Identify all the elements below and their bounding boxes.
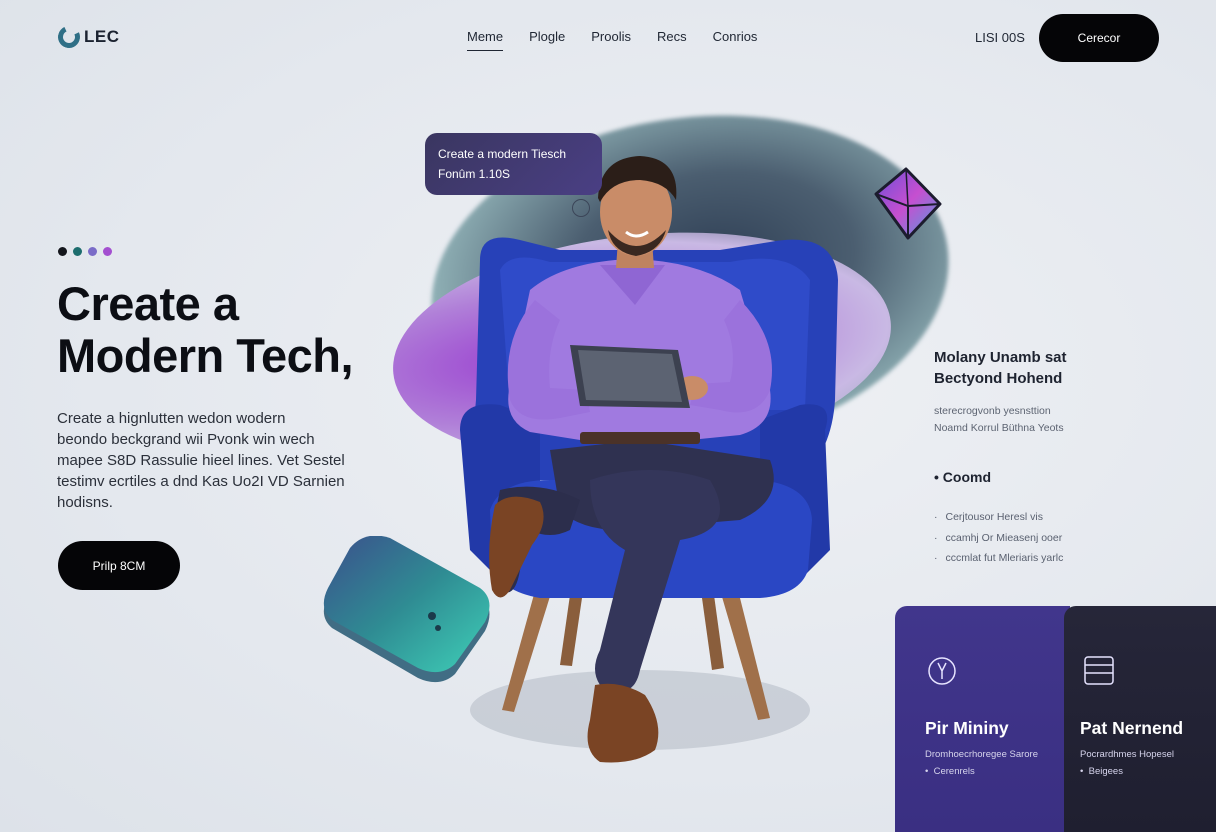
hero-primary-button[interactable]: Prilp 8CM [58, 541, 180, 590]
chat-bubble-line-2: Fonûm 1.10S [438, 167, 511, 181]
feature-subtitle: sterecrogvonb yesnsttion Noamd Korrul Bü… [934, 403, 1064, 437]
header-cta-button[interactable]: Cerecor [1039, 14, 1159, 62]
chat-bubble-line-1: Create a modern Tiesch [438, 147, 567, 161]
feature-subtitle-line-2: Noamd Korrul Büthna Yeots [934, 422, 1064, 434]
hero-title-line-1: Create a [57, 277, 239, 330]
card-description-line-1: Pocrardhmes Hopesel [1080, 749, 1174, 760]
list-item: cccmlat fut Mleriaris yarlc [934, 548, 1064, 569]
main-nav: Meme Plogle Proolis Recs Conrios [467, 29, 757, 51]
hero-description-line: testimv ecrtiles a dnd Kas Uo2I VD Sarni… [57, 473, 345, 490]
card-description-bullet: Cerenrels [933, 766, 975, 777]
hero-description-line: hodisns. [57, 494, 113, 511]
nav-item-proolis[interactable]: Proolis [591, 29, 631, 51]
dot-4 [103, 247, 112, 256]
brand-logo[interactable]: LEC [54, 22, 120, 52]
feature-title-line-1: Molany Unamb sat [934, 349, 1067, 366]
card-description-bullet: Beigees [1088, 766, 1123, 777]
feature-title-line-2: Bectyond Hohend [934, 370, 1063, 387]
feature-card-2[interactable]: Pat Nernend Pocrardhmes Hopesel • Beigee… [1064, 606, 1216, 832]
card-description: Pocrardhmes Hopesel • Beigees [1080, 746, 1174, 780]
dot-3 [88, 247, 97, 256]
feature-bullet-label: Coomd [942, 469, 992, 485]
feature-card-1[interactable]: Pir Mininy Dromhoecrhoregee Sarore • Cer… [895, 606, 1070, 832]
feature-bullet-heading: • Coomd [934, 469, 992, 485]
feature-title: Molany Unamb sat Bectyond Hohend [934, 347, 1067, 389]
nav-item-recs[interactable]: Recs [657, 29, 687, 51]
nav-item-plogle[interactable]: Plogle [529, 29, 565, 51]
feature-subtitle-line-1: sterecrogvonb yesnsttion [934, 405, 1051, 417]
hero-description-line: beondo beckgrand wii Pvonk win wech [57, 431, 315, 448]
browser-window-icon [1084, 656, 1114, 685]
ring-tag-icon [928, 657, 956, 685]
hero-description: Create a hignlutten wedon wodern beondo … [57, 408, 357, 513]
hero-title: Create a Modern Tech, [57, 277, 354, 382]
card-title: Pir Mininy [925, 718, 1009, 738]
hero-description-line: mapee S8D Rassulie hieel lines. Vet Sest… [57, 452, 345, 469]
card-title: Pat Nernend [1080, 718, 1184, 738]
color-dots [58, 247, 112, 256]
card-description-line-2: • Beigees [1080, 766, 1123, 777]
card-description: Dromhoecrhoregee Sarore • Cerenrels [925, 746, 1038, 780]
small-ring-decoration [572, 199, 590, 217]
logo-icon [54, 22, 84, 52]
feature-list: Cerjtousor Heresl vis ccamhj Or Mieasenj… [934, 507, 1064, 569]
nav-item-meme[interactable]: Meme [467, 29, 504, 51]
nav-item-conrios[interactable]: Conrios [713, 29, 758, 51]
chat-bubble: Create a modern Tiesch Fonûm 1.10S [425, 133, 602, 195]
person-in-armchair-illustration [460, 156, 838, 763]
hero-description-line: Create a hignlutten wedon wodern [57, 410, 286, 427]
signin-link[interactable]: LISI 00S [975, 30, 1025, 45]
dot-1 [58, 247, 67, 256]
hero-title-line-2: Modern Tech, [57, 329, 354, 382]
floating-gem-cube [874, 167, 942, 240]
card-description-line-2: • Cerenrels [925, 766, 975, 777]
list-item: ccamhj Or Mieasenj ooer [934, 528, 1063, 549]
logo-text: LEC [84, 27, 120, 46]
list-item: Cerjtousor Heresl vis [934, 507, 1063, 528]
card-description-line-1: Dromhoecrhoregee Sarore [925, 749, 1039, 760]
dot-2 [73, 247, 82, 256]
